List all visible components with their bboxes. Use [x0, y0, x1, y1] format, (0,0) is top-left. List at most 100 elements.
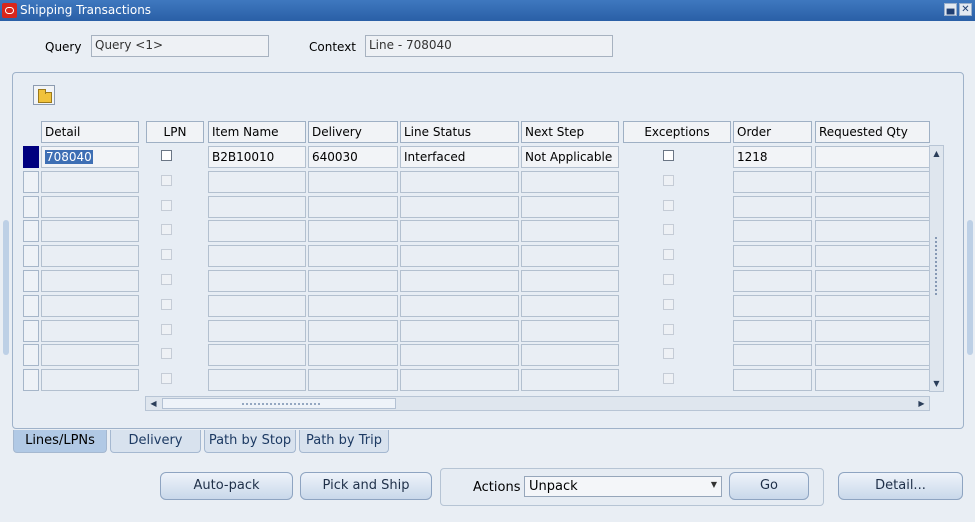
requested-qty-cell[interactable] [815, 344, 930, 367]
line-status-cell[interactable]: Interfaced [400, 146, 519, 168]
exceptions-checkbox[interactable] [663, 174, 674, 186]
lpn-checkbox[interactable] [161, 274, 172, 285]
next-step-cell[interactable] [521, 195, 619, 218]
line-status-cell[interactable] [400, 170, 519, 193]
row-indicator-current[interactable] [23, 146, 39, 168]
line-status-cell[interactable] [400, 270, 519, 292]
col-header-detail[interactable]: Detail [41, 121, 139, 143]
exceptions-checkbox[interactable] [663, 373, 674, 385]
detail-cell[interactable] [41, 170, 139, 193]
col-header-delivery[interactable]: Delivery [308, 121, 398, 143]
scroll-left-icon[interactable]: ◀ [147, 397, 160, 410]
order-cell[interactable] [733, 195, 812, 218]
order-cell[interactable] [733, 270, 812, 292]
tab-path-by-trip[interactable]: Path by Trip [299, 430, 389, 453]
row-indicator[interactable] [23, 170, 39, 193]
item-name-cell[interactable] [208, 220, 306, 243]
order-cell[interactable] [733, 319, 812, 342]
item-name-cell[interactable] [208, 170, 306, 193]
detail-cell[interactable]: 708040 [41, 146, 139, 168]
row-indicator[interactable] [23, 369, 39, 392]
lpn-checkbox[interactable] [161, 249, 172, 261]
order-cell[interactable] [733, 344, 812, 367]
next-step-cell[interactable] [521, 319, 619, 342]
next-step-cell[interactable] [521, 270, 619, 292]
detail-cell[interactable] [41, 220, 139, 243]
horizontal-scrollbar[interactable]: ◀ ▶ [145, 396, 930, 411]
detail-button[interactable]: Detail... [838, 472, 963, 500]
col-header-item-name[interactable]: Item Name [208, 121, 306, 143]
exceptions-checkbox[interactable] [663, 150, 674, 161]
detail-cell[interactable] [41, 195, 139, 218]
delivery-cell[interactable] [308, 319, 398, 342]
detail-cell[interactable] [41, 270, 139, 292]
item-name-cell[interactable]: B2B10010 [208, 146, 306, 168]
row-indicator[interactable] [23, 344, 39, 367]
lpn-checkbox[interactable] [161, 199, 172, 211]
lpn-checkbox[interactable] [161, 348, 172, 360]
pick-and-ship-button[interactable]: Pick and Ship [300, 472, 432, 500]
delivery-cell[interactable] [308, 195, 398, 218]
vertical-scrollbar[interactable]: ▲ ▼ [929, 145, 944, 392]
requested-qty-cell[interactable] [815, 294, 930, 317]
detail-cell[interactable] [41, 245, 139, 268]
requested-qty-cell[interactable] [815, 195, 930, 218]
delivery-cell[interactable] [308, 344, 398, 367]
next-step-cell[interactable] [521, 369, 619, 392]
row-indicator[interactable] [23, 195, 39, 218]
chevron-down-icon[interactable]: ▼ [711, 480, 717, 489]
scroll-up-icon[interactable]: ▲ [930, 147, 943, 160]
exceptions-checkbox[interactable] [663, 224, 674, 236]
item-name-cell[interactable] [208, 245, 306, 268]
order-cell[interactable]: 1218 [733, 146, 812, 168]
requested-qty-cell[interactable] [815, 319, 930, 342]
item-name-cell[interactable] [208, 319, 306, 342]
line-status-cell[interactable] [400, 369, 519, 392]
col-header-exceptions[interactable]: Exceptions [623, 121, 731, 143]
item-name-cell[interactable] [208, 294, 306, 317]
row-indicator[interactable] [23, 319, 39, 342]
col-header-line-status[interactable]: Line Status [400, 121, 519, 143]
exceptions-checkbox[interactable] [663, 323, 674, 335]
actions-select[interactable]: Unpack ▼ [524, 476, 722, 497]
lpn-checkbox[interactable] [161, 224, 172, 236]
scroll-grip-icon[interactable] [934, 236, 939, 296]
col-header-lpn[interactable]: LPN [146, 121, 204, 143]
horizontal-scroll-thumb[interactable] [162, 398, 396, 409]
next-step-cell[interactable] [521, 170, 619, 193]
lpn-checkbox[interactable] [161, 323, 172, 335]
order-cell[interactable] [733, 294, 812, 317]
next-step-cell[interactable] [521, 220, 619, 243]
delivery-cell[interactable] [308, 369, 398, 392]
auto-pack-button[interactable]: Auto-pack [160, 472, 293, 500]
next-step-cell[interactable] [521, 344, 619, 367]
go-button[interactable]: Go [729, 472, 809, 500]
lpn-checkbox[interactable] [161, 373, 172, 385]
requested-qty-cell[interactable] [815, 270, 930, 292]
exceptions-checkbox[interactable] [663, 348, 674, 360]
col-header-requested-qty[interactable]: Requested Qty [815, 121, 930, 143]
row-indicator[interactable] [23, 270, 39, 292]
line-status-cell[interactable] [400, 245, 519, 268]
exceptions-checkbox[interactable] [663, 249, 674, 261]
delivery-cell[interactable]: 640030 [308, 146, 398, 168]
detail-cell[interactable] [41, 344, 139, 367]
context-field[interactable]: Line - 708040 [365, 35, 613, 57]
lpn-checkbox[interactable] [161, 174, 172, 186]
item-name-cell[interactable] [208, 369, 306, 392]
close-button[interactable]: ✕ [959, 3, 972, 16]
lpn-checkbox[interactable] [161, 150, 172, 161]
line-status-cell[interactable] [400, 294, 519, 317]
requested-qty-cell[interactable] [815, 245, 930, 268]
requested-qty-cell[interactable] [815, 170, 930, 193]
row-indicator[interactable] [23, 245, 39, 268]
delivery-cell[interactable] [308, 245, 398, 268]
order-cell[interactable] [733, 369, 812, 392]
item-name-cell[interactable] [208, 270, 306, 292]
requested-qty-cell[interactable] [815, 220, 930, 243]
requested-qty-cell[interactable] [815, 369, 930, 392]
next-step-cell[interactable] [521, 245, 619, 268]
exceptions-checkbox[interactable] [663, 274, 674, 285]
line-status-cell[interactable] [400, 319, 519, 342]
detail-cell[interactable] [41, 369, 139, 392]
